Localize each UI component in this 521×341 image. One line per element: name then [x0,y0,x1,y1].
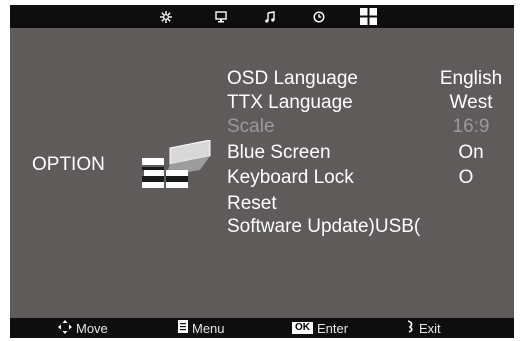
exit-return-icon [407,320,415,336]
menu-item-reset[interactable]: Reset [227,193,277,215]
exit-label: Exit [419,320,441,336]
menu-item-keyboard-lock[interactable]: Keyboard Lock [227,167,354,189]
osd-menu-panel: OPTION OSD Language English TTX Language… [10,5,514,338]
menu-item-blue-screen[interactable]: Blue Screen [227,142,331,164]
menu-item-software-update[interactable]: Software Update)USB( [227,216,420,238]
ttx-language-value[interactable]: West [431,92,511,114]
ok-badge: OK [292,322,313,334]
section-title: OPTION [32,154,105,175]
menu-item-ttx-language[interactable]: TTX Language [227,92,353,114]
hint-exit: Exit [407,318,441,338]
move-arrows-icon [58,319,72,337]
enter-label: Enter [317,320,349,336]
menu-item-osd-language[interactable]: OSD Language [227,68,358,90]
bottom-hint-bar: Move Menu OK Enter Exit [10,318,514,338]
move-label: Move [76,320,108,336]
option-grid-icon[interactable] [360,8,377,25]
scale-value: 16:9 [452,116,490,137]
menu-list-icon [178,320,188,336]
hint-move: Move [58,318,108,338]
clock-icon[interactable] [312,10,326,24]
menu-item-scale: Scale [227,116,275,137]
keyboard-lock-value[interactable]: O [426,167,506,189]
hint-menu: Menu [178,318,225,338]
osd-language-value[interactable]: English [431,68,511,90]
screen-icon[interactable] [214,10,228,24]
blue-screen-value[interactable]: On [431,142,511,164]
music-note-icon[interactable] [263,10,277,24]
top-tab-bar [10,5,514,28]
picture-icon[interactable] [159,10,173,24]
hint-enter: OK Enter [292,318,348,338]
menu-label: Menu [192,320,225,336]
option-blocks-icon [142,139,212,197]
